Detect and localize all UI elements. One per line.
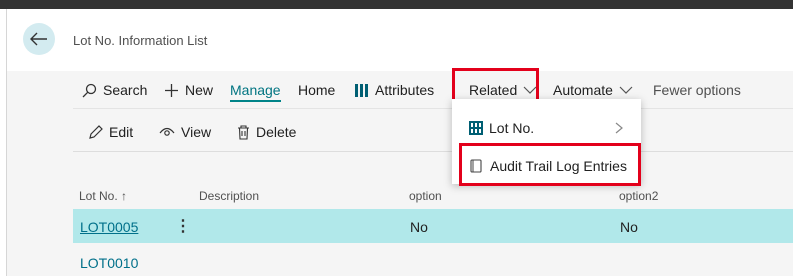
pencil-icon (89, 124, 103, 139)
trash-icon (238, 124, 249, 140)
lot-no-link[interactable]: LOT0005 (80, 219, 138, 235)
column-header-option[interactable]: option (409, 189, 442, 203)
view-action[interactable]: View (159, 113, 211, 151)
back-button[interactable] (23, 23, 55, 55)
new-label: New (185, 82, 214, 98)
plus-icon (165, 83, 178, 97)
lot-no-link[interactable]: LOT0010 (80, 255, 138, 271)
page-title: Lot No. Information List (73, 33, 208, 48)
attributes-grid-icon (355, 83, 368, 97)
table-row[interactable]: LOT0005 ⋮ No No (73, 209, 793, 243)
chevron-right-icon (615, 122, 623, 134)
home-label: Home (298, 82, 336, 98)
manage-label: Manage (230, 82, 281, 102)
column-header-description[interactable]: Description (199, 189, 259, 203)
search-label: Search (103, 82, 148, 98)
action-bar-divider (73, 108, 793, 109)
delete-action[interactable]: Delete (237, 113, 296, 151)
column-header-option2[interactable]: option2 (619, 189, 658, 203)
chevron-down-icon (619, 86, 633, 94)
search-icon (82, 83, 97, 97)
toolbar-divider (73, 151, 793, 152)
delete-label: Delete (256, 124, 297, 140)
option2-cell: No (620, 219, 638, 235)
view-label: View (181, 124, 212, 140)
automate-label: Automate (553, 82, 613, 98)
search-action[interactable]: Search (82, 71, 147, 109)
top-frame-bar (0, 0, 793, 9)
action-bar: Search New Manage Home Attributes Relate… (7, 68, 793, 109)
arrow-left-icon (30, 32, 47, 46)
eye-icon (159, 127, 175, 136)
attributes-label: Attributes (375, 82, 435, 98)
tab-home[interactable]: Home (298, 71, 335, 109)
left-frame-edge (0, 9, 7, 276)
row-more-options-icon[interactable]: ⋮ (175, 216, 191, 236)
edit-action[interactable]: Edit (88, 113, 133, 151)
content-area: Search New Manage Home Attributes Relate… (7, 68, 793, 276)
tab-manage[interactable]: Manage (230, 71, 281, 109)
fewer-options-button[interactable]: Fewer options (653, 71, 741, 109)
edit-label: Edit (109, 124, 134, 140)
column-header-lot-no[interactable]: Lot No. ↑ (79, 189, 127, 203)
new-action[interactable]: New (164, 71, 213, 109)
menu-item-label: Lot No. (489, 120, 535, 136)
page-header: Lot No. Information List (7, 9, 793, 71)
grid-icon (469, 121, 483, 135)
fewer-options-label: Fewer options (653, 82, 741, 98)
menu-item-lot-no[interactable]: Lot No. (452, 110, 641, 146)
audit-trail-highlight-box (459, 143, 641, 186)
attributes-action[interactable]: Attributes (354, 71, 434, 109)
option-cell: No (410, 219, 428, 235)
